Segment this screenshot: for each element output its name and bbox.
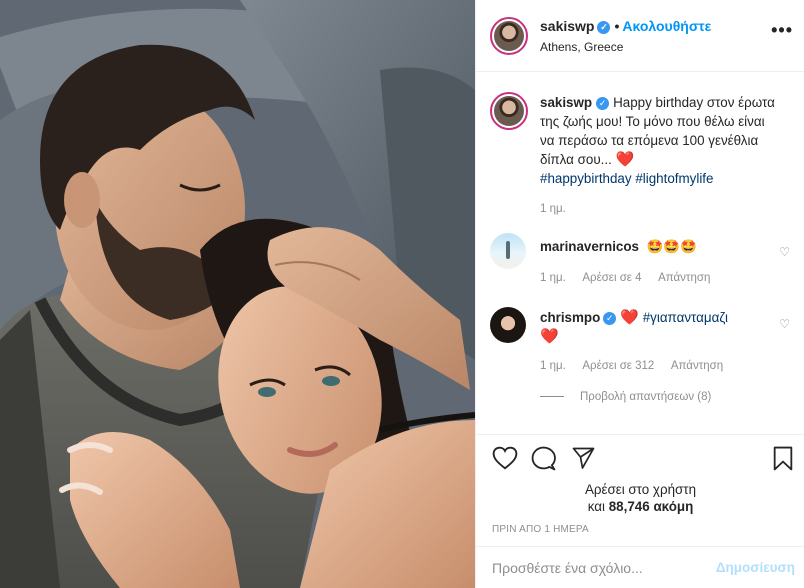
comment-body: marinavernicos 🤩🤩🤩 <box>540 237 780 256</box>
red-heart-emoji: ❤️ <box>540 328 559 345</box>
comment-reply-button[interactable]: Απάντηση <box>658 272 710 284</box>
post-comment-button[interactable]: Δημοσίευση <box>716 560 795 575</box>
commenter-avatar[interactable] <box>490 233 526 269</box>
comment-reply-button[interactable]: Απάντηση <box>671 360 723 372</box>
comment-likes[interactable]: Αρέσει σε 4 <box>582 272 641 284</box>
red-heart-emoji: ❤️ <box>615 151 635 168</box>
heart-icon[interactable] <box>492 446 518 470</box>
comment-input[interactable]: Προσθέστε ένα σχόλιο... <box>492 560 643 576</box>
comment-username[interactable]: marinavernicos <box>540 239 639 254</box>
hashtag-happybirthday[interactable]: #happybirthday <box>540 171 632 186</box>
couple-photo-illustration <box>0 0 475 588</box>
post-actions: Αρέσει στο χρήστη και 88,746 ακόμη ΠΡΙΝ … <box>476 434 804 546</box>
comment-username[interactable]: chrismpo <box>540 310 600 325</box>
caption-avatar[interactable] <box>490 92 528 130</box>
comment-meta: 1 ημ. Αρέσει σε 4 Απάντηση <box>540 272 724 284</box>
comment-likes[interactable]: Αρέσει σε 312 <box>582 360 654 372</box>
likes-suffix[interactable]: ακόμη <box>653 499 693 514</box>
separator-dot: • <box>614 18 620 34</box>
caption-time[interactable]: 1 ημ. <box>540 203 566 215</box>
bookmark-icon[interactable] <box>772 446 794 471</box>
view-replies-label[interactable]: Προβολή απαντήσεων (8) <box>580 391 711 403</box>
likes-count[interactable]: 88,746 <box>609 499 650 514</box>
follow-button[interactable]: Ακολουθήστε <box>622 18 711 34</box>
comment-icon[interactable] <box>531 446 556 471</box>
post-location[interactable]: Athens, Greece <box>540 40 623 54</box>
verified-icon: ✓ <box>603 311 617 325</box>
replies-divider <box>540 396 564 398</box>
comments-list[interactable]: sakiswp ✓ Happy birthday στον έρωτα της ζω… <box>476 73 804 433</box>
comment-time[interactable]: 1 ημ. <box>540 272 566 284</box>
caption-username[interactable]: sakiswp <box>540 95 592 110</box>
hashtag-giapantamazi[interactable]: #γιαπανταμαζι <box>643 310 728 325</box>
liked-by-line: Αρέσει στο χρήστη <box>476 482 804 497</box>
post-timestamp[interactable]: ΠΡΙΝ ΑΠΟ 1 ΗΜΕΡΑ <box>492 524 589 535</box>
red-heart-emoji: ❤️ <box>620 309 639 326</box>
post-side-panel: sakiswp ✓ • Ακολουθήστε Athens, Greece ••• … <box>475 0 804 588</box>
hashtag-lightofmylife[interactable]: #lightofmylife <box>635 171 713 186</box>
verified-icon: ✓ <box>596 96 610 110</box>
comment-time[interactable]: 1 ημ. <box>540 360 566 372</box>
comment-body: chrismpo ✓ ❤️ #γιαπανταμαζι ❤️ <box>540 308 780 346</box>
comment-like-heart-icon[interactable]: ♡ <box>779 317 790 331</box>
commenter-avatar[interactable] <box>490 307 526 343</box>
likes-count-line: και 88,746 ακόμη <box>476 499 804 514</box>
author-line: sakiswp ✓ • Ακολουθήστε <box>540 18 711 34</box>
author-avatar[interactable] <box>490 17 528 55</box>
caption-meta: 1 ημ. <box>540 203 580 215</box>
verified-icon: ✓ <box>597 20 611 34</box>
comment-meta: 1 ημ. Αρέσει σε 312 Απάντηση <box>540 360 737 372</box>
author-username[interactable]: sakiswp <box>540 18 594 34</box>
share-icon[interactable] <box>571 446 596 470</box>
post-photo[interactable] <box>0 0 475 588</box>
caption-body: sakiswp ✓ Happy birthday στον έρωτα της ζω… <box>540 93 780 188</box>
post-header: sakiswp ✓ • Ακολουθήστε Athens, Greece ••• <box>476 0 804 72</box>
comment-text: 🤩🤩🤩 <box>646 239 697 254</box>
comment-like-heart-icon[interactable]: ♡ <box>779 245 790 259</box>
view-replies-link[interactable]: Προβολή απαντήσεων (8) <box>540 391 711 403</box>
likes-prefix: και <box>587 499 605 514</box>
add-comment-bar: Προσθέστε ένα σχόλιο... Δημοσίευση <box>476 546 804 588</box>
more-icon[interactable]: ••• <box>771 21 793 39</box>
liked-by-label[interactable]: Αρέσει στο χρήστη <box>585 482 696 497</box>
